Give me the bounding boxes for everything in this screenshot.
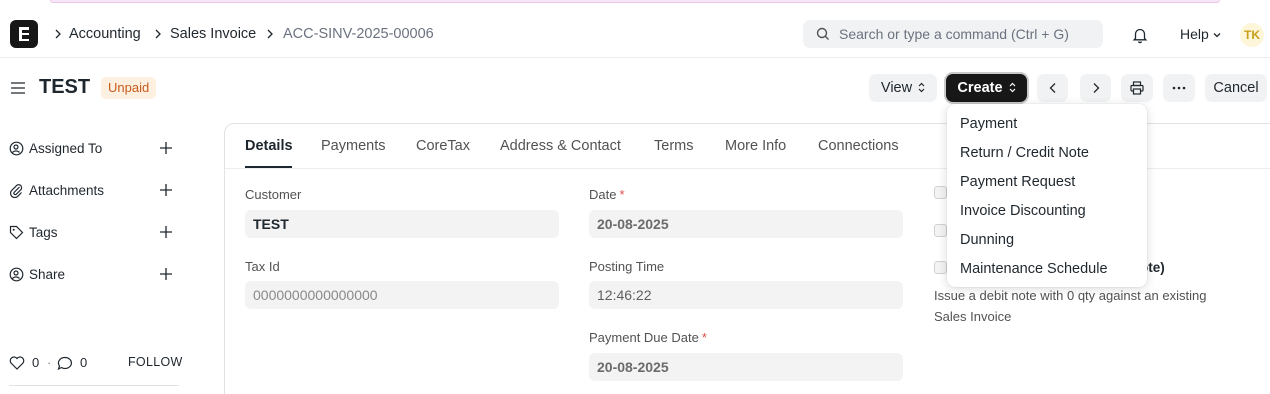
- top-strip: [0, 0, 1270, 9]
- breadcrumb-current-doc[interactable]: ACC-SINV-2025-00006: [283, 26, 434, 42]
- sidebar-item-label: Assigned To: [29, 141, 103, 156]
- chevron-left-icon: [1049, 83, 1055, 93]
- navbar: Accounting Sales Invoice ACC-SINV-2025-0…: [0, 9, 1270, 58]
- debit-note-description: Issue a debit note with 0 qty against an…: [934, 288, 1207, 324]
- date-label: Date *: [589, 187, 625, 202]
- menu-item-payment[interactable]: Payment: [960, 116, 1017, 132]
- previous-doc-button[interactable]: [1037, 74, 1068, 102]
- view-button[interactable]: View: [869, 74, 937, 102]
- more-actions-button[interactable]: [1163, 74, 1195, 102]
- payment-due-date-field[interactable]: 20-08-2025: [589, 353, 903, 381]
- plus-icon[interactable]: [159, 183, 173, 197]
- customer-label: Customer: [245, 187, 302, 202]
- sidebar: Assigned To Attachments Tags Share 0 · 0…: [0, 118, 200, 394]
- help-menu[interactable]: Help: [1180, 26, 1209, 42]
- sort-updown-icon: [918, 82, 925, 93]
- menu-item-invoice-discounting[interactable]: Invoice Discounting: [960, 203, 1086, 219]
- posting-time-field[interactable]: 12:46:22: [589, 281, 903, 309]
- due-date-label-text: Payment Due Date: [589, 330, 699, 345]
- sidebar-item-assigned-to[interactable]: Assigned To: [9, 138, 179, 160]
- page-title: TEST: [39, 76, 91, 98]
- menu-item-maintenance-schedule[interactable]: Maintenance Schedule: [960, 261, 1108, 277]
- tab-connections[interactable]: Connections: [818, 138, 899, 154]
- heart-icon[interactable]: [9, 356, 25, 370]
- social-bar: 0 · 0 FOLLOW: [9, 353, 182, 375]
- print-button[interactable]: [1121, 74, 1153, 102]
- tax-id-field[interactable]: 0000000000000000: [245, 281, 559, 309]
- tab-coretax[interactable]: CoreTax: [416, 138, 470, 154]
- menu-item-dunning[interactable]: Dunning: [960, 232, 1014, 248]
- tab-address-contact[interactable]: Address & Contact: [500, 138, 621, 154]
- status-badge: Unpaid: [101, 77, 157, 99]
- checkbox[interactable]: [934, 224, 947, 237]
- sidebar-item-label: Share: [29, 267, 66, 282]
- tag-icon: [9, 225, 24, 240]
- date-label-text: Date: [589, 187, 617, 202]
- tab-payments[interactable]: Payments: [321, 138, 385, 154]
- cancel-button[interactable]: Cancel: [1205, 74, 1267, 102]
- customer-field[interactable]: TEST: [245, 210, 559, 238]
- menu-item-payment-request[interactable]: Payment Request: [960, 174, 1075, 190]
- plus-icon[interactable]: [159, 225, 173, 239]
- payment-due-date-label: Payment Due Date *: [589, 330, 707, 345]
- search-icon: [816, 27, 829, 40]
- create-dropdown-menu: Payment Return / Credit Note Payment Req…: [947, 104, 1147, 287]
- plus-icon[interactable]: [159, 267, 173, 281]
- tab-details[interactable]: Details: [245, 138, 293, 154]
- ellipsis-icon: [1172, 86, 1186, 90]
- chevron-right-icon: [55, 29, 61, 39]
- search-input[interactable]: [839, 20, 1097, 48]
- divider: [9, 385, 179, 386]
- chevron-right-icon: [267, 29, 273, 39]
- sidebar-item-share[interactable]: Share: [9, 264, 179, 286]
- like-count: 0: [32, 355, 40, 370]
- menu-item-return-credit-note[interactable]: Return / Credit Note: [960, 145, 1089, 161]
- breadcrumb-accounting[interactable]: Accounting: [69, 26, 141, 42]
- view-button-label: View: [880, 80, 913, 96]
- breadcrumb-sales-invoice[interactable]: Sales Invoice: [170, 26, 256, 42]
- assign-icon: [9, 141, 24, 156]
- checkbox[interactable]: [934, 186, 947, 199]
- sidebar-item-label: Tags: [29, 225, 58, 240]
- paperclip-icon: [9, 184, 23, 198]
- next-doc-button[interactable]: [1080, 74, 1111, 102]
- avatar[interactable]: TK: [1240, 23, 1264, 47]
- follow-button[interactable]: FOLLOW: [128, 355, 183, 369]
- share-icon: [9, 267, 24, 282]
- sidebar-item-label: Attachments: [29, 183, 105, 198]
- required-mark: *: [619, 187, 625, 202]
- chevron-down-icon: [1213, 33, 1221, 38]
- create-button[interactable]: Create: [946, 74, 1027, 102]
- comment-count: 0: [80, 355, 88, 370]
- tab-terms[interactable]: Terms: [654, 138, 693, 154]
- posting-time-label: Posting Time: [589, 259, 665, 274]
- hamburger-icon[interactable]: [11, 82, 25, 94]
- bell-icon[interactable]: [1131, 26, 1149, 44]
- app-logo-icon[interactable]: [10, 20, 38, 48]
- sort-updown-icon: [1009, 82, 1015, 93]
- tab-more-info[interactable]: More Info: [725, 138, 786, 154]
- separator-dot: ·: [47, 355, 52, 370]
- plus-icon[interactable]: [159, 141, 173, 155]
- search-bar[interactable]: [803, 20, 1103, 48]
- comment-icon[interactable]: [57, 356, 73, 371]
- create-button-label: Create: [957, 80, 1003, 96]
- chevron-right-icon: [155, 29, 161, 39]
- tax-id-label: Tax Id: [245, 259, 280, 274]
- printer-icon: [1130, 81, 1144, 95]
- chevron-right-icon: [1093, 83, 1099, 93]
- required-mark: *: [701, 330, 707, 345]
- active-tab-indicator: [245, 166, 292, 168]
- debit-note-checkbox[interactable]: [934, 261, 947, 274]
- date-field[interactable]: 20-08-2025: [589, 210, 903, 238]
- top-banner-edge: [50, 0, 1220, 3]
- sidebar-item-tags[interactable]: Tags: [9, 222, 179, 244]
- sidebar-item-attachments[interactable]: Attachments: [9, 180, 179, 202]
